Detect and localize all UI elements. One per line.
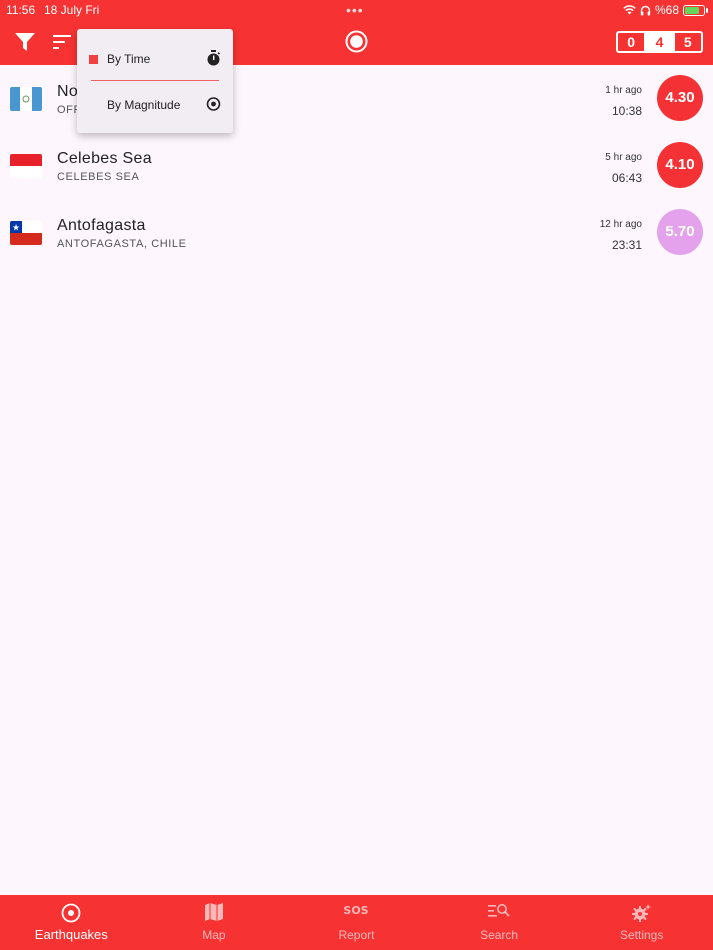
sort-option-label: By Time (107, 52, 151, 66)
magnitude-option-4[interactable]: 4 (644, 33, 673, 51)
svg-text:★: ★ (12, 224, 20, 234)
sort-by-magnitude-option[interactable]: By Magnitude (77, 85, 233, 125)
earthquake-clock-time: 10:38 (611, 104, 642, 118)
nav-map[interactable]: Map (143, 895, 286, 950)
magnitude-badge: 4.10 (657, 142, 703, 188)
nav-report[interactable]: SOS Report (285, 895, 428, 950)
magnitude-option-0[interactable]: 0 (618, 33, 644, 51)
wifi-icon (623, 5, 636, 15)
chile-flag-icon: ★ (10, 221, 42, 245)
earthquake-region: CELEBES SEA (57, 171, 140, 183)
earthquake-time-ago: 5 hr ago (605, 152, 642, 163)
earthquake-time-ago: 1 hr ago (605, 85, 642, 96)
nav-label: Report (338, 928, 375, 942)
nav-label: Earthquakes (34, 927, 108, 942)
magnitude-badge: 5.70 (657, 209, 703, 255)
nav-label: Settings (619, 928, 664, 942)
earthquake-region: ANTOFAGASTA, CHILE (57, 238, 187, 250)
status-date: 18 July Fri (44, 3, 100, 17)
earthquake-time-ago: 12 hr ago (599, 219, 642, 230)
bottom-navigation: Earthquakes Map SOS Report Search Settin… (0, 895, 713, 950)
battery-icon (683, 4, 708, 16)
earthquake-clock-time: 06:43 (611, 171, 642, 185)
earthquake-title: Celebes Sea (57, 150, 152, 167)
settings-gear-icon (631, 904, 651, 922)
earthquakes-target-icon (61, 903, 81, 923)
earthquake-title: No (57, 83, 79, 100)
map-icon (204, 903, 223, 921)
filter-icon[interactable] (15, 33, 35, 51)
earthquake-row[interactable]: Celebes Sea CELEBES SEA 5 hr ago 06:43 4… (0, 132, 713, 199)
nav-earthquakes[interactable]: Earthquakes (0, 895, 143, 950)
sort-by-time-option[interactable]: By Time (77, 39, 233, 79)
sort-icon[interactable] (53, 34, 73, 50)
nav-settings[interactable]: Settings (570, 895, 713, 950)
magnitude-filter-toggle[interactable]: 0 4 5 (616, 31, 703, 53)
status-bar: 11:56 18 July Fri ••• %68 (0, 0, 713, 20)
menu-divider (91, 80, 219, 81)
earthquake-row[interactable]: ★ Antofagasta ANTOFAGASTA, CHILE 12 hr a… (0, 199, 713, 266)
nav-search[interactable]: Search (428, 895, 571, 950)
stopwatch-icon (207, 50, 221, 66)
earthquake-title: Antofagasta (57, 217, 146, 234)
magnitude-badge: 4.30 (657, 75, 703, 121)
multitasking-dots-icon[interactable]: ••• (346, 2, 364, 18)
nav-label: Map (202, 928, 226, 942)
svg-text:SOS: SOS (344, 904, 368, 917)
magnitude-option-5[interactable]: 5 (672, 33, 701, 51)
earthquake-clock-time: 23:31 (611, 238, 642, 252)
nav-label: Search (480, 928, 519, 942)
sos-icon: SOS (344, 904, 368, 917)
live-record-icon[interactable] (345, 30, 368, 53)
battery-percent: %68 (654, 3, 679, 17)
status-time: 11:56 (6, 3, 36, 17)
radio-target-icon (206, 97, 221, 111)
search-list-icon (488, 904, 510, 917)
status-indicators: %68 (623, 3, 708, 17)
guatemala-flag-icon (10, 87, 42, 111)
headphones-icon (640, 5, 651, 15)
indonesia-flag-icon (10, 154, 42, 178)
selected-indicator (89, 55, 98, 64)
sort-option-label: By Magnitude (107, 98, 181, 112)
sort-menu: By Time By Magnitude (77, 29, 233, 133)
